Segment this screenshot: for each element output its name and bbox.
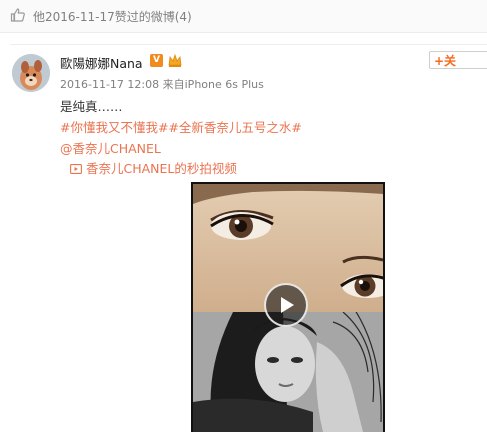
author-name[interactable]: 歐陽娜娜Nana [60, 53, 143, 72]
post-meta: 2016-11-17 12:08 来自iPhone 6s Plus [60, 76, 264, 92]
video-link[interactable]: 香奈儿CHANEL的秒拍视频 [70, 158, 237, 177]
verified-badge[interactable]: V [150, 54, 163, 67]
post-time[interactable]: 2016-11-17 12:08 [60, 78, 159, 91]
post-text: 是纯真…… [60, 99, 123, 114]
source-device[interactable]: iPhone 6s Plus [185, 78, 264, 91]
liked-posts-header: 他2016-11-17赞过的微博(4) [0, 0, 487, 33]
follow-button[interactable]: +关 [429, 51, 487, 69]
portrait-image [193, 312, 383, 432]
avatar-illustration [12, 54, 50, 92]
liked-posts-label[interactable]: 他2016-11-17赞过的微博(4) [33, 8, 192, 25]
follow-label: +关 [434, 54, 457, 68]
avatar[interactable] [12, 54, 50, 92]
member-crown-icon[interactable] [167, 52, 183, 68]
play-button[interactable] [264, 283, 308, 327]
divider [10, 44, 487, 45]
video-icon [70, 164, 82, 174]
topic-links[interactable]: #你懂我又不懂我##全新香奈儿五号之水# [60, 117, 302, 136]
source-prefix: 来自 [162, 78, 185, 91]
mention-link[interactable]: @香奈儿CHANEL [60, 138, 161, 157]
video-frame-portrait [193, 312, 383, 432]
video-link-label: 香奈儿CHANEL的秒拍视频 [86, 161, 237, 176]
thumbs-up-icon[interactable] [10, 7, 26, 23]
play-icon [281, 297, 294, 313]
